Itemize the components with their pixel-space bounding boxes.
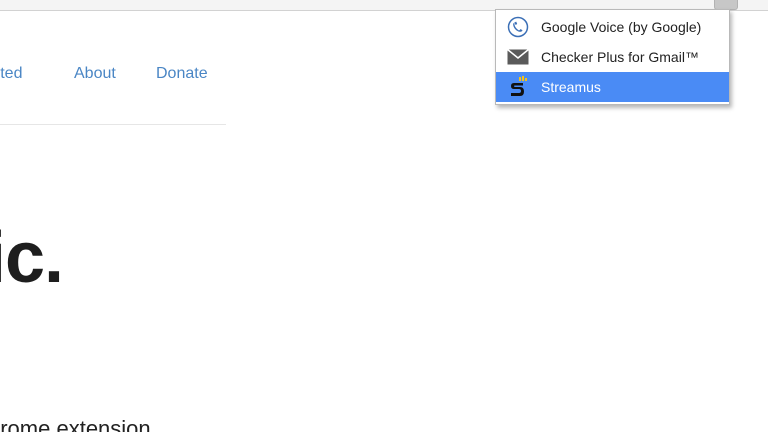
mail-envelope-icon	[506, 45, 530, 69]
nav-link-about[interactable]: About	[74, 65, 116, 83]
hero-subtitle: hrome extension	[0, 416, 151, 432]
nav-divider	[0, 124, 226, 125]
menu-item-google-voice[interactable]: Google Voice (by Google)	[496, 12, 729, 42]
site-nav: arted About Donate	[0, 55, 226, 95]
nav-link-donate[interactable]: Donate	[156, 65, 208, 83]
google-voice-icon	[506, 15, 530, 39]
menu-item-checker-plus-gmail[interactable]: Checker Plus for Gmail™	[496, 42, 729, 72]
hero-title: ic.	[0, 218, 64, 298]
menu-item-label: Google Voice (by Google)	[541, 19, 702, 35]
menu-item-label: Streamus	[541, 79, 601, 95]
browser-viewport: arted About Donate ic. hrome extension G…	[0, 0, 768, 432]
nav-link-getting-started[interactable]: arted	[0, 65, 22, 83]
menu-item-streamus[interactable]: Streamus	[496, 72, 729, 102]
streamus-icon	[506, 75, 530, 99]
menu-item-label: Checker Plus for Gmail™	[541, 49, 699, 65]
extension-dropdown-menu: Google Voice (by Google) Checker Plus fo…	[495, 9, 730, 105]
